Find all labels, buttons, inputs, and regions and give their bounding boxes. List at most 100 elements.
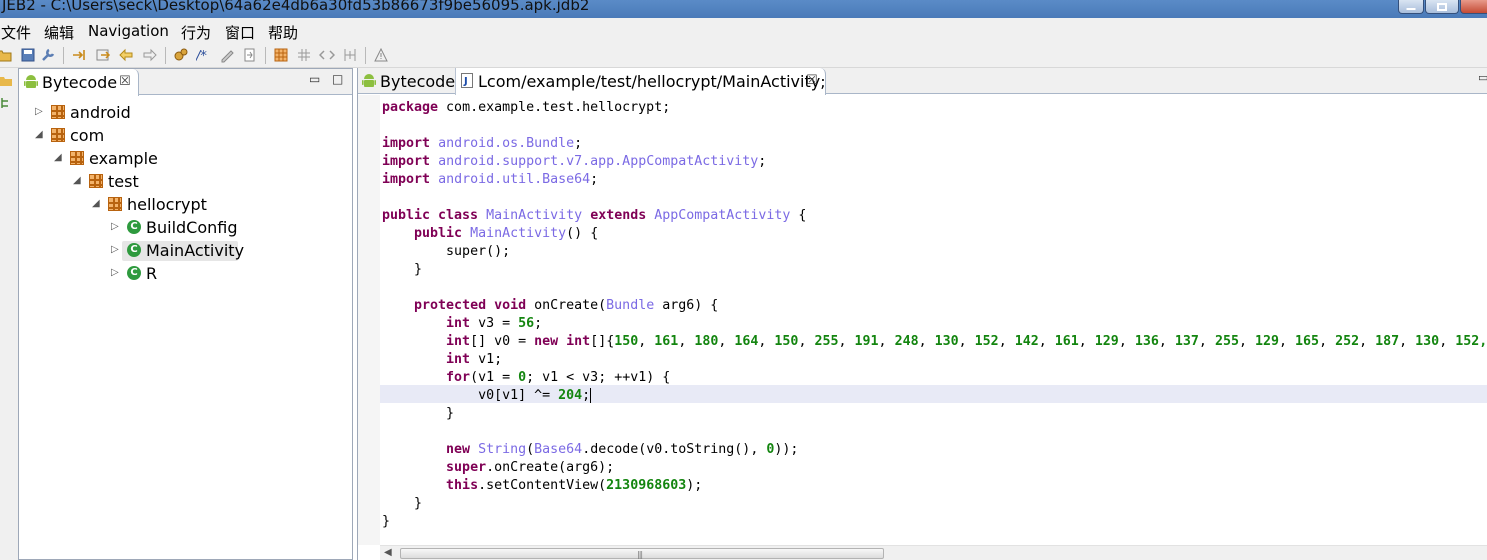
array-value: 152, bbox=[1455, 334, 1487, 349]
array-value: 252 bbox=[1335, 334, 1360, 349]
horizontal-scrollbar[interactable]: ◀ ||| bbox=[380, 545, 1487, 560]
collapse-arrow-icon[interactable]: ◢ bbox=[54, 152, 64, 163]
package-icon[interactable] bbox=[273, 47, 289, 63]
expand-arrow-icon[interactable]: ▷ bbox=[111, 244, 121, 255]
close-icon[interactable]: ☒ bbox=[119, 74, 131, 89]
code-line: public class MainActivity extends AppCom… bbox=[382, 208, 807, 223]
menu-bar: 文件 编辑 Navigation 行为 窗口 帮助 bbox=[0, 18, 1487, 42]
close-icon[interactable]: ☒ bbox=[806, 73, 818, 88]
expand-arrow-icon[interactable]: ▷ bbox=[111, 221, 121, 232]
decompile-icon[interactable] bbox=[173, 47, 189, 63]
array-value: 248 bbox=[894, 334, 919, 349]
tree-node-hellocrypt[interactable]: ◢ hellocrypt bbox=[19, 194, 352, 216]
android-icon bbox=[362, 73, 376, 89]
array-value: 161 bbox=[654, 334, 679, 349]
title-bar: JEB2 - C:\Users\seck\Desktop\64a62e4db6a… bbox=[0, 0, 1487, 18]
array-literal: 150, 161, 180, 164, 150, 255, 191, 248, … bbox=[614, 334, 1487, 349]
tab-bytecode-view[interactable]: Bytecode ☒ bbox=[19, 69, 139, 96]
back-icon[interactable] bbox=[118, 47, 134, 63]
graph-icon[interactable] bbox=[342, 47, 358, 63]
tree-node-test[interactable]: ◢ test bbox=[19, 171, 352, 193]
svg-text:J: J bbox=[463, 76, 468, 87]
tree-node-com[interactable]: ◢ com bbox=[19, 125, 352, 147]
class-icon: C bbox=[127, 266, 141, 280]
scrollbar-thumb[interactable]: ||| bbox=[400, 548, 884, 559]
window-title: JEB2 - C:\Users\seck\Desktop\64a62e4db6a… bbox=[2, 0, 590, 14]
package-icon bbox=[108, 197, 122, 211]
maximize-button[interactable] bbox=[1425, 0, 1459, 14]
menu-file[interactable]: 文件 bbox=[1, 22, 31, 43]
array-value: 180 bbox=[694, 334, 719, 349]
collapse-arrow-icon[interactable]: ◢ bbox=[73, 175, 83, 186]
array-value: 255 bbox=[1214, 334, 1239, 349]
array-value: 255 bbox=[814, 334, 839, 349]
menu-help[interactable]: 帮助 bbox=[268, 22, 298, 43]
tab-mainactivity[interactable]: J Lcom/example/test/hellocrypt/MainActiv… bbox=[456, 68, 826, 95]
tree-node-example[interactable]: ◢ example bbox=[19, 148, 352, 170]
tab-label: Bytecode bbox=[42, 73, 118, 92]
code-line: int v1; bbox=[446, 352, 503, 367]
svg-text:/*: /* bbox=[196, 49, 207, 63]
jump-icon[interactable] bbox=[71, 47, 87, 63]
warning-icon[interactable] bbox=[373, 47, 389, 63]
array-value: 161 bbox=[1054, 334, 1079, 349]
close-window-button[interactable] bbox=[1460, 0, 1487, 14]
array-value: 187 bbox=[1375, 334, 1400, 349]
array-value: 136 bbox=[1134, 334, 1159, 349]
code-editor: Bytecode J Lcom/example/test/hellocrypt/… bbox=[357, 68, 1487, 560]
folder-icon[interactable] bbox=[0, 74, 12, 88]
save-icon[interactable] bbox=[20, 47, 36, 63]
expand-arrow-icon[interactable]: ▷ bbox=[35, 106, 45, 117]
code-icon[interactable] bbox=[319, 47, 335, 63]
maximize-view-icon[interactable]: □ bbox=[332, 72, 343, 86]
left-tab-bar: Bytecode ☒ ▭ □ bbox=[19, 69, 352, 96]
class-icon: C bbox=[127, 243, 141, 257]
package-icon bbox=[51, 105, 65, 119]
menu-window[interactable]: 窗口 bbox=[225, 22, 255, 43]
minimize-view-icon[interactable]: ▭ bbox=[309, 72, 320, 86]
rename-icon[interactable] bbox=[219, 47, 235, 63]
open-icon[interactable] bbox=[0, 47, 12, 63]
tab-bytecode[interactable]: Bytecode bbox=[358, 68, 456, 95]
code-line: } bbox=[414, 496, 423, 511]
java-file-icon: J bbox=[461, 73, 473, 88]
tree-node-r[interactable]: ▷ C R bbox=[19, 263, 352, 285]
array-value: 164 bbox=[734, 334, 759, 349]
array-value: 150 bbox=[614, 334, 639, 349]
array-value: 129 bbox=[1094, 334, 1119, 349]
array-value: 130 bbox=[934, 334, 959, 349]
code-line: } bbox=[382, 514, 391, 529]
expand-arrow-icon[interactable]: ▷ bbox=[111, 267, 121, 278]
code-view[interactable]: package com.example.test.hellocrypt; imp… bbox=[358, 95, 1487, 545]
forward-icon[interactable] bbox=[142, 47, 158, 63]
array-value: 191 bbox=[854, 334, 879, 349]
code-line: import android.support.v7.app.AppCompatA… bbox=[382, 154, 767, 169]
menu-navigation[interactable]: Navigation bbox=[88, 22, 169, 40]
comment-icon[interactable]: /* bbox=[196, 47, 212, 63]
text-cursor bbox=[590, 387, 592, 403]
tree-node-android[interactable]: ▷ android bbox=[19, 102, 352, 124]
code-line: import android.os.Bundle; bbox=[382, 136, 583, 151]
collapse-arrow-icon[interactable]: ◢ bbox=[35, 129, 45, 140]
export-icon[interactable] bbox=[95, 47, 111, 63]
array-value: 150 bbox=[774, 334, 799, 349]
code-line: import android.util.Base64; bbox=[382, 172, 599, 187]
structure-icon[interactable] bbox=[296, 47, 312, 63]
package-tree: ▷ android ◢ com ◢ example ◢ test ◢ hello… bbox=[19, 96, 352, 559]
tree-node-buildconfig[interactable]: ▷ C BuildConfig bbox=[19, 217, 352, 239]
code-line: super.onCreate(arg6); bbox=[446, 460, 615, 475]
bytecode-tree-panel: Bytecode ☒ ▭ □ ▷ android ◢ com ◢ example… bbox=[18, 68, 353, 560]
tree-node-mainactivity[interactable]: ▷ C MainActivity bbox=[19, 240, 352, 262]
code-line: public MainActivity() { bbox=[414, 226, 599, 241]
menu-action[interactable]: 行为 bbox=[181, 22, 211, 43]
scroll-left-icon[interactable]: ◀ bbox=[384, 547, 392, 558]
array-value: 137 bbox=[1174, 334, 1199, 349]
maximize-editor-icon[interactable]: ▭ bbox=[1478, 71, 1487, 84]
hierarchy-icon[interactable] bbox=[0, 96, 12, 110]
minimize-button[interactable] bbox=[1398, 0, 1424, 14]
menu-edit[interactable]: 编辑 bbox=[44, 22, 74, 43]
wrench-icon[interactable] bbox=[40, 47, 56, 63]
cross-ref-icon[interactable] bbox=[242, 47, 258, 63]
array-value: 142 bbox=[1014, 334, 1039, 349]
collapse-arrow-icon[interactable]: ◢ bbox=[92, 198, 102, 209]
